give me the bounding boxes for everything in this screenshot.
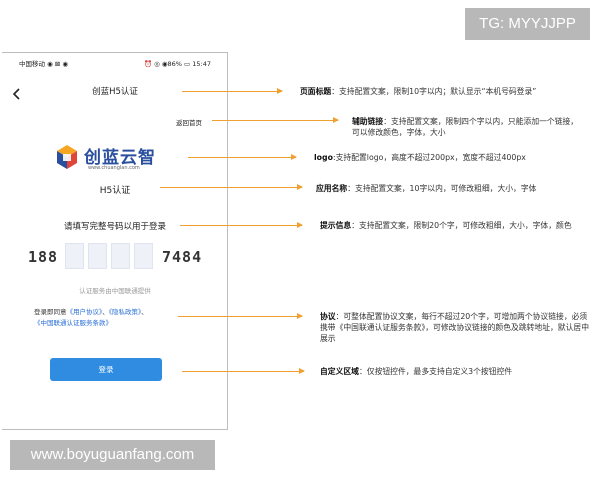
arrow-custom-area bbox=[182, 368, 305, 374]
tg-watermark: TG: MYYJJPP bbox=[465, 8, 590, 40]
agreement-separator-2: 、 bbox=[141, 308, 148, 316]
annotation-page-title: 页面标题：支持配置文案，限制10字以内；默认显示“本机号码登录” bbox=[300, 86, 600, 97]
digit-input-4[interactable] bbox=[134, 243, 153, 269]
phone-suffix: 7484 bbox=[162, 248, 203, 266]
annotation-text: ：支持配置文案，限制四个字以内，只能添加一个链接，可以修改颜色，字体，大小 bbox=[352, 117, 579, 137]
arrow-prompt bbox=[180, 222, 303, 228]
annotation-custom-area: 自定义区域：仅按钮控件，最多支持自定义3个按钮控件 bbox=[320, 366, 590, 377]
annotation-label: logo bbox=[314, 153, 333, 162]
annotation-text: :支持配置logo，高度不超过200px，宽度不超过400px bbox=[332, 153, 526, 162]
annotation-label: 提示信息 bbox=[320, 221, 352, 230]
site-watermark: www.boyuguanfang.com bbox=[10, 440, 215, 470]
carrier-label: 中国移动 ◉ ⊠ ◉ bbox=[19, 60, 68, 68]
annotation-text: ：可整体配置协议文案，每行不超过20个字，可增加两个协议链接，必须携带《中国联通… bbox=[320, 312, 589, 343]
agreement-text: 登录即同意《用户协议》、《隐私政策》、 《中国联通认证服务条款》 bbox=[34, 307, 204, 329]
status-right: ⏰ ◎ ◉86% ▭ 15:47 bbox=[143, 60, 211, 68]
annotation-label: 自定义区域 bbox=[320, 367, 359, 376]
digit-input-1[interactable] bbox=[65, 243, 84, 269]
arrow-app-name bbox=[160, 184, 303, 190]
annotation-text: ：支持配置文案，限制20个字，可修改粗细，大小，字体，颜色 bbox=[351, 221, 572, 230]
logo-url-text: www.chuanglan.com bbox=[88, 165, 140, 171]
privacy-policy-link[interactable]: 《隐私政策》 bbox=[109, 308, 142, 316]
phone-screen: 中国移动 ◉ ⊠ ◉ ⏰ ◎ ◉86% ▭ 15:47 创蓝H5认证 返回首页 … bbox=[2, 52, 228, 430]
digit-input-2[interactable] bbox=[88, 243, 107, 269]
status-bar: 中国移动 ◉ ⊠ ◉ ⏰ ◎ ◉86% ▭ 15:47 bbox=[2, 53, 227, 75]
arrow-helper-link bbox=[212, 117, 339, 123]
annotation-text: ：支持配置文案，限制10字以内；默认显示“本机号码登录” bbox=[331, 87, 537, 96]
annotation-label: 页面标题 bbox=[300, 87, 332, 96]
logo-mark-icon bbox=[57, 145, 77, 169]
app-name: H5认证 bbox=[99, 186, 131, 196]
annotation-app-name: 应用名称：支持配置文案，10字以内，可修改粗细，大小，字体 bbox=[316, 183, 596, 194]
user-agreement-link[interactable]: 《用户协议》 bbox=[67, 308, 103, 316]
login-button[interactable]: 登录 bbox=[50, 358, 162, 381]
annotation-label: 应用名称 bbox=[316, 184, 348, 193]
arrow-logo bbox=[188, 154, 297, 160]
phone-prefix: 188 bbox=[28, 248, 59, 266]
annotation-label: 辅助链接 bbox=[352, 117, 384, 126]
annotation-text: ：支持配置文案，10字以内，可修改粗细，大小，字体 bbox=[347, 184, 537, 193]
return-home-link[interactable]: 返回首页 bbox=[176, 117, 202, 127]
annotation-logo: logo:支持配置logo，高度不超过200px，宽度不超过400px bbox=[314, 152, 594, 163]
unicom-terms-link[interactable]: 《中国联通认证服务条款》 bbox=[34, 319, 112, 327]
annotation-label: 协议 bbox=[320, 312, 336, 321]
arrow-agreement bbox=[178, 313, 303, 319]
agreement-prefix: 登录即同意 bbox=[34, 308, 67, 316]
annotation-helper-link: 辅助链接：支持配置文案，限制四个字以内，只能添加一个链接，可以修改颜色，字体，大… bbox=[352, 116, 584, 138]
arrow-page-title bbox=[182, 88, 283, 94]
annotation-agreement: 协议：可整体配置协议文案，每行不超过20个字，可增加两个协议链接，必须携带《中国… bbox=[320, 311, 590, 344]
prompt-text: 请填写完整号码以用于登录 bbox=[63, 222, 166, 232]
annotation-prompt: 提示信息：支持配置文案，限制20个字，可修改粗细，大小，字体，颜色 bbox=[320, 220, 590, 231]
service-note: 认证服务由中国联通提供 bbox=[79, 287, 151, 295]
annotation-text: ：仅按钮控件，最多支持自定义3个按钮控件 bbox=[358, 367, 513, 376]
brand-logo: 创蓝云智 www.chuanglan.com bbox=[54, 141, 189, 175]
digit-input-3[interactable] bbox=[111, 243, 130, 269]
